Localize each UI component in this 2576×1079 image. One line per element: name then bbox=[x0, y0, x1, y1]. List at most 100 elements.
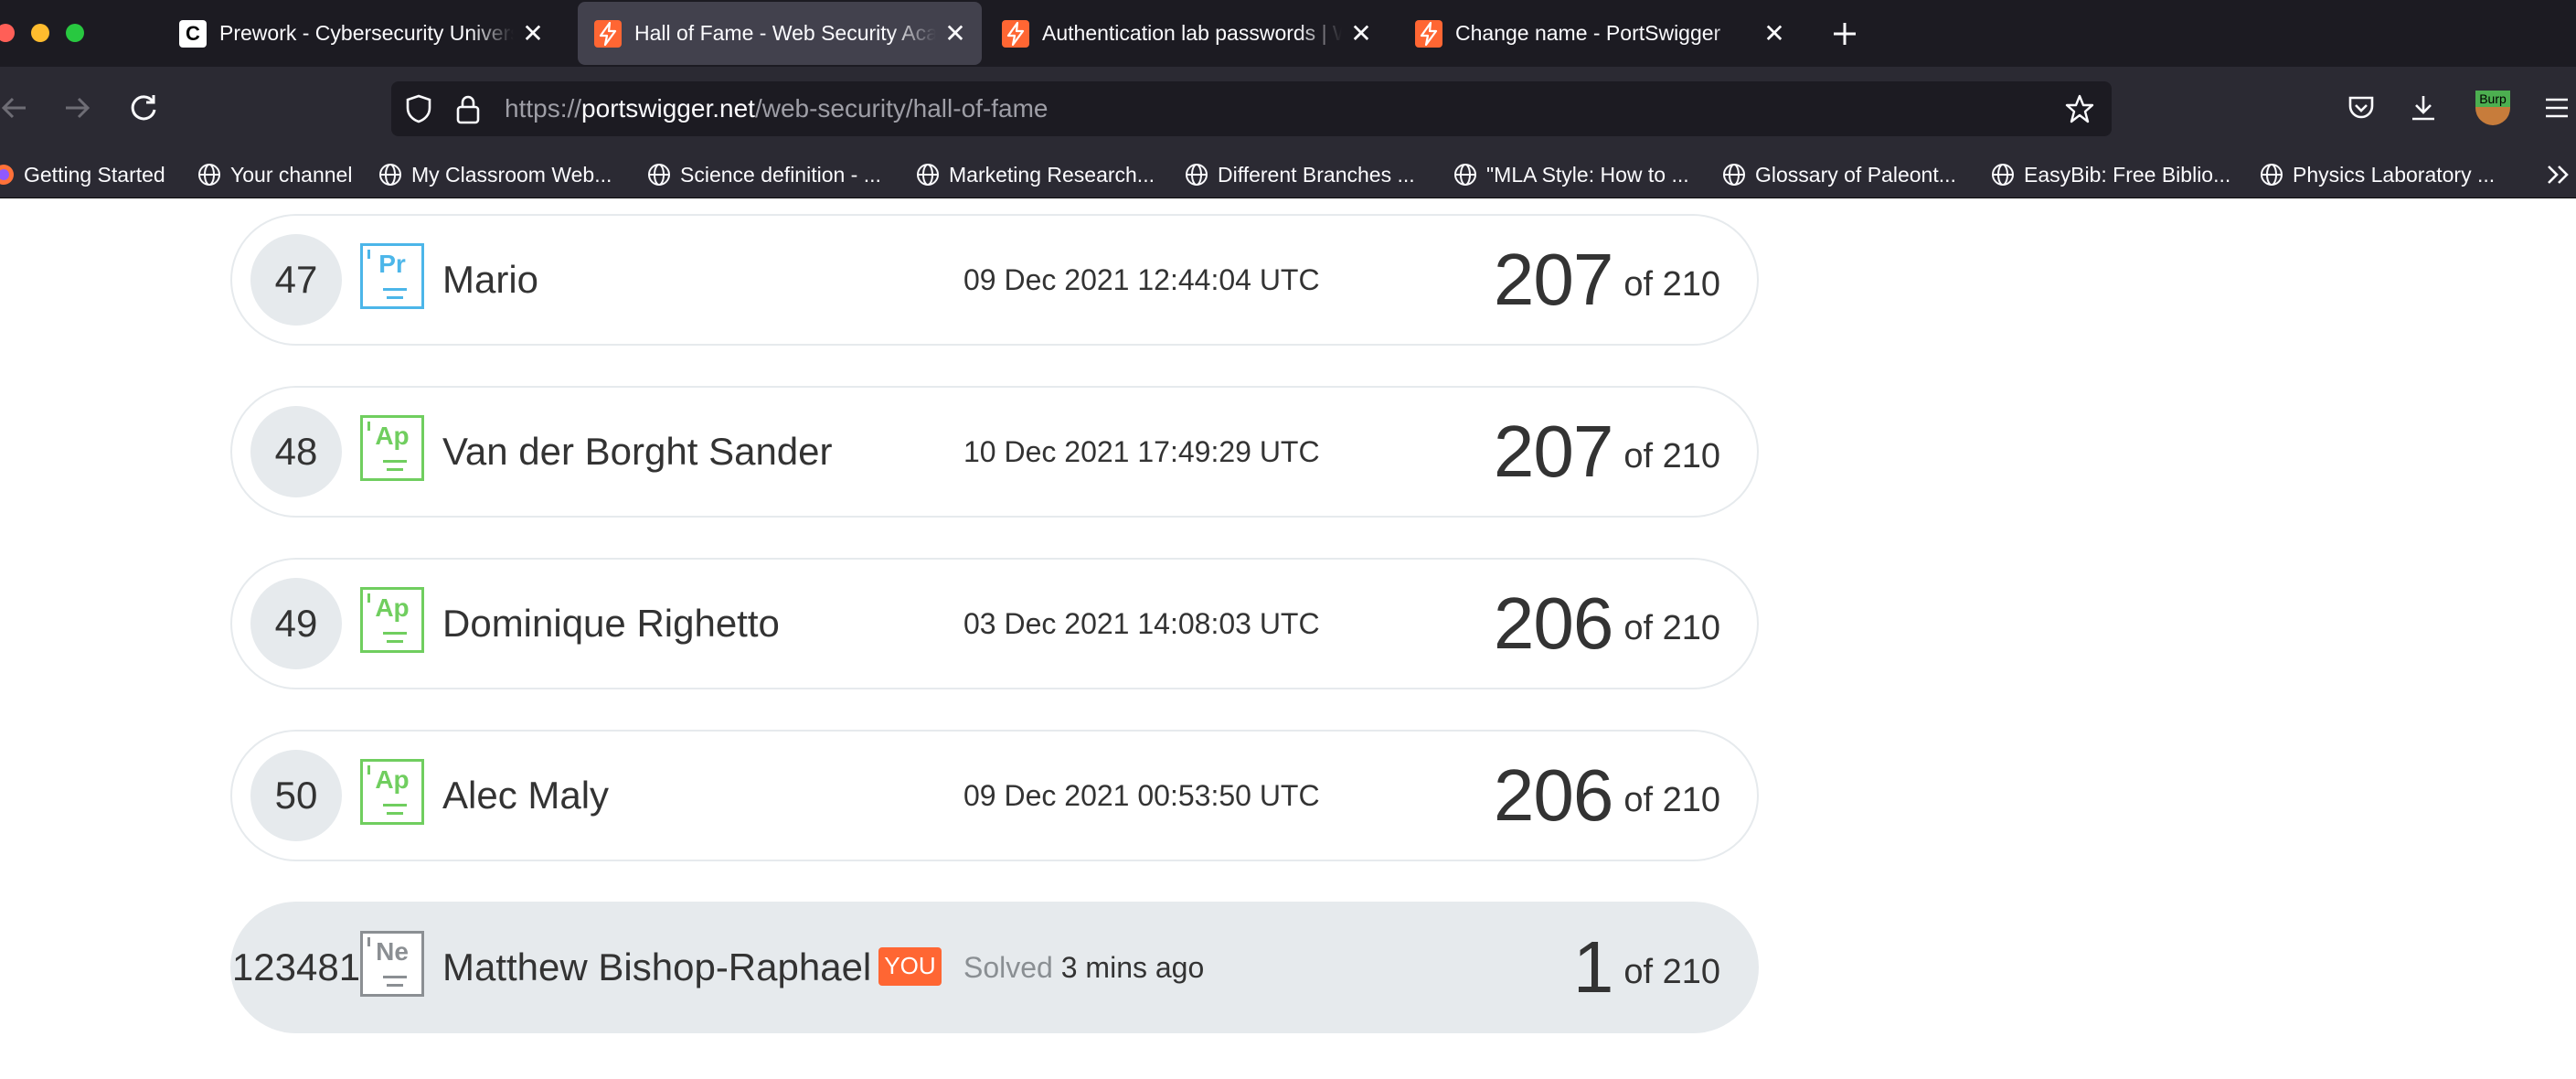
portswigger-icon bbox=[1415, 19, 1442, 48]
bookmark-label: "MLA Style: How to ... bbox=[1486, 162, 1689, 187]
score: 206 of 210 bbox=[1494, 732, 1720, 860]
rank-number: 49 bbox=[250, 578, 342, 669]
window-minimize-button[interactable] bbox=[31, 24, 49, 42]
bookmark-science-definition[interactable]: Science definition - ... bbox=[647, 151, 881, 198]
hamburger-menu-icon bbox=[2546, 98, 2568, 118]
globe-icon bbox=[1991, 163, 2015, 187]
bookmark-label: Science definition - ... bbox=[680, 162, 881, 187]
chevron-double-right-icon bbox=[2548, 166, 2569, 184]
rank-number: 47 bbox=[250, 234, 342, 326]
score-value: 1 bbox=[1572, 926, 1613, 1008]
completion-date: 03 Dec 2021 14:08:03 UTC bbox=[963, 607, 1320, 640]
tab-change-name[interactable]: Change name - PortSwigger ✕ bbox=[1399, 0, 1801, 67]
window-zoom-button[interactable] bbox=[66, 24, 84, 42]
portswigger-icon bbox=[594, 19, 622, 48]
score-total: of 210 bbox=[1623, 608, 1720, 647]
globe-icon bbox=[378, 163, 402, 187]
bookmark-star-icon[interactable] bbox=[2064, 93, 2095, 129]
back-button[interactable] bbox=[0, 87, 35, 129]
completion-date: 09 Dec 2021 00:53:50 UTC bbox=[963, 779, 1320, 812]
more-bookmarks-button[interactable] bbox=[2545, 151, 2572, 198]
pocket-button[interactable] bbox=[2340, 87, 2382, 129]
bookmark-label: EasyBib: Free Biblio... bbox=[2024, 162, 2231, 187]
url-text[interactable]: https://portswigger.net/web-security/hal… bbox=[505, 81, 1048, 136]
firefox-icon bbox=[0, 164, 15, 186]
close-icon[interactable]: ✕ bbox=[1761, 19, 1788, 48]
back-arrow-icon bbox=[1, 97, 26, 119]
score: 207 of 210 bbox=[1494, 388, 1720, 516]
tracking-protection-icon[interactable] bbox=[402, 92, 435, 130]
tab-prework[interactable]: C Prework - Cybersecurity Universi ✕ bbox=[163, 0, 559, 67]
bookmark-glossary-paleontology[interactable]: Glossary of Paleont... bbox=[1722, 151, 1956, 198]
reload-icon bbox=[131, 95, 156, 121]
apprentice-badge-icon: Ap bbox=[360, 759, 424, 825]
leaderboard-row: 49 Ap Dominique Righetto 03 Dec 2021 14:… bbox=[230, 558, 1759, 689]
rank-number: 48 bbox=[250, 406, 342, 497]
tab-authentication-lab[interactable]: Authentication lab passwords | W ✕ bbox=[985, 0, 1388, 67]
solved-time: 3 mins ago bbox=[1060, 951, 1205, 984]
completion-date: 10 Dec 2021 17:49:29 UTC bbox=[963, 435, 1320, 468]
score: 207 of 210 bbox=[1494, 216, 1720, 344]
tab-title: Hall of Fame - Web Security Aca bbox=[634, 21, 936, 45]
bookmark-label: Physics Laboratory ... bbox=[2293, 162, 2496, 187]
user-name: Dominique Righetto bbox=[442, 602, 780, 645]
solved-status: Solved 3 mins ago bbox=[963, 903, 1204, 1031]
bookmark-label: Different Branches ... bbox=[1218, 162, 1415, 187]
user-name: Matthew Bishop-Raphael YOU bbox=[442, 903, 942, 1031]
bookmark-label: Glossary of Paleont... bbox=[1755, 162, 1956, 187]
url-scheme: https:// bbox=[505, 94, 582, 123]
bookmark-label: Getting Started bbox=[24, 162, 165, 187]
bookmark-easybib[interactable]: EasyBib: Free Biblio... bbox=[1991, 151, 2230, 198]
score: 206 of 210 bbox=[1494, 560, 1720, 688]
burp-extension-button[interactable]: Burp bbox=[2472, 87, 2514, 129]
window-close-button[interactable] bbox=[0, 24, 15, 42]
current-user-name: Matthew Bishop-Raphael bbox=[442, 945, 872, 988]
downloads-button[interactable] bbox=[2402, 87, 2444, 129]
score-total: of 210 bbox=[1623, 952, 1720, 991]
reload-button[interactable] bbox=[122, 87, 165, 129]
bookmarks-toolbar: Getting Started Your channel My Classroo… bbox=[0, 151, 2576, 198]
bookmark-physics-laboratory[interactable]: Physics Laboratory ... bbox=[2260, 151, 2495, 198]
globe-icon bbox=[647, 163, 671, 187]
bookmark-marketing-research[interactable]: Marketing Research... bbox=[916, 151, 1155, 198]
current-user-row: 123481 Ne Matthew Bishop-Raphael YOU Solv… bbox=[230, 902, 1759, 1033]
app-menu-button[interactable] bbox=[2536, 87, 2576, 129]
close-icon[interactable]: ✕ bbox=[942, 19, 969, 48]
url-host: portswigger.net bbox=[581, 94, 755, 123]
score-total: of 210 bbox=[1623, 436, 1720, 475]
leaderboard-row: 50 Ap Alec Maly 09 Dec 2021 00:53:50 UTC… bbox=[230, 730, 1759, 861]
score-total: of 210 bbox=[1623, 264, 1720, 304]
url-path: /web-security/hall-of-fame bbox=[754, 94, 1048, 123]
extension-badge-label: Burp bbox=[2475, 91, 2510, 107]
bookmark-my-classroom[interactable]: My Classroom Web... bbox=[378, 151, 612, 198]
score-value: 207 bbox=[1493, 411, 1613, 492]
completion-date: 09 Dec 2021 12:44:04 UTC bbox=[963, 263, 1320, 296]
lock-icon[interactable] bbox=[453, 92, 483, 130]
newcomer-badge-icon: Ne bbox=[360, 931, 424, 997]
you-badge: YOU bbox=[878, 946, 942, 986]
portswigger-icon bbox=[1002, 19, 1029, 48]
score-value: 207 bbox=[1493, 239, 1613, 320]
apprentice-badge-icon: Ap bbox=[360, 587, 424, 653]
bookmark-getting-started[interactable]: Getting Started bbox=[0, 151, 165, 198]
bookmark-mla-style[interactable]: "MLA Style: How to ... bbox=[1453, 151, 1689, 198]
download-icon bbox=[2412, 96, 2434, 121]
forward-button[interactable] bbox=[57, 87, 99, 129]
bookmark-your-channel[interactable]: Your channel bbox=[197, 151, 352, 198]
leaderboard-row: 47 Pr Mario 09 Dec 2021 12:44:04 UTC 207… bbox=[230, 214, 1759, 346]
close-icon[interactable]: ✕ bbox=[519, 19, 547, 48]
apprentice-badge-icon: Ap bbox=[360, 415, 424, 481]
bookmark-different-branches[interactable]: Different Branches ... bbox=[1185, 151, 1415, 198]
globe-icon bbox=[2260, 163, 2283, 187]
bookmark-label: Your channel bbox=[230, 162, 353, 187]
user-name: Mario bbox=[442, 258, 539, 301]
solved-label: Solved bbox=[963, 951, 1053, 984]
tab-hall-of-fame[interactable]: Hall of Fame - Web Security Aca ✕ bbox=[578, 2, 982, 65]
globe-icon bbox=[1453, 163, 1477, 187]
bookmark-label: Marketing Research... bbox=[949, 162, 1155, 187]
close-icon[interactable]: ✕ bbox=[1347, 19, 1375, 48]
new-tab-button[interactable] bbox=[1826, 16, 1863, 52]
address-bar[interactable]: https://portswigger.net/web-security/hal… bbox=[391, 81, 2112, 136]
globe-icon bbox=[197, 163, 221, 187]
score-value: 206 bbox=[1493, 754, 1613, 836]
